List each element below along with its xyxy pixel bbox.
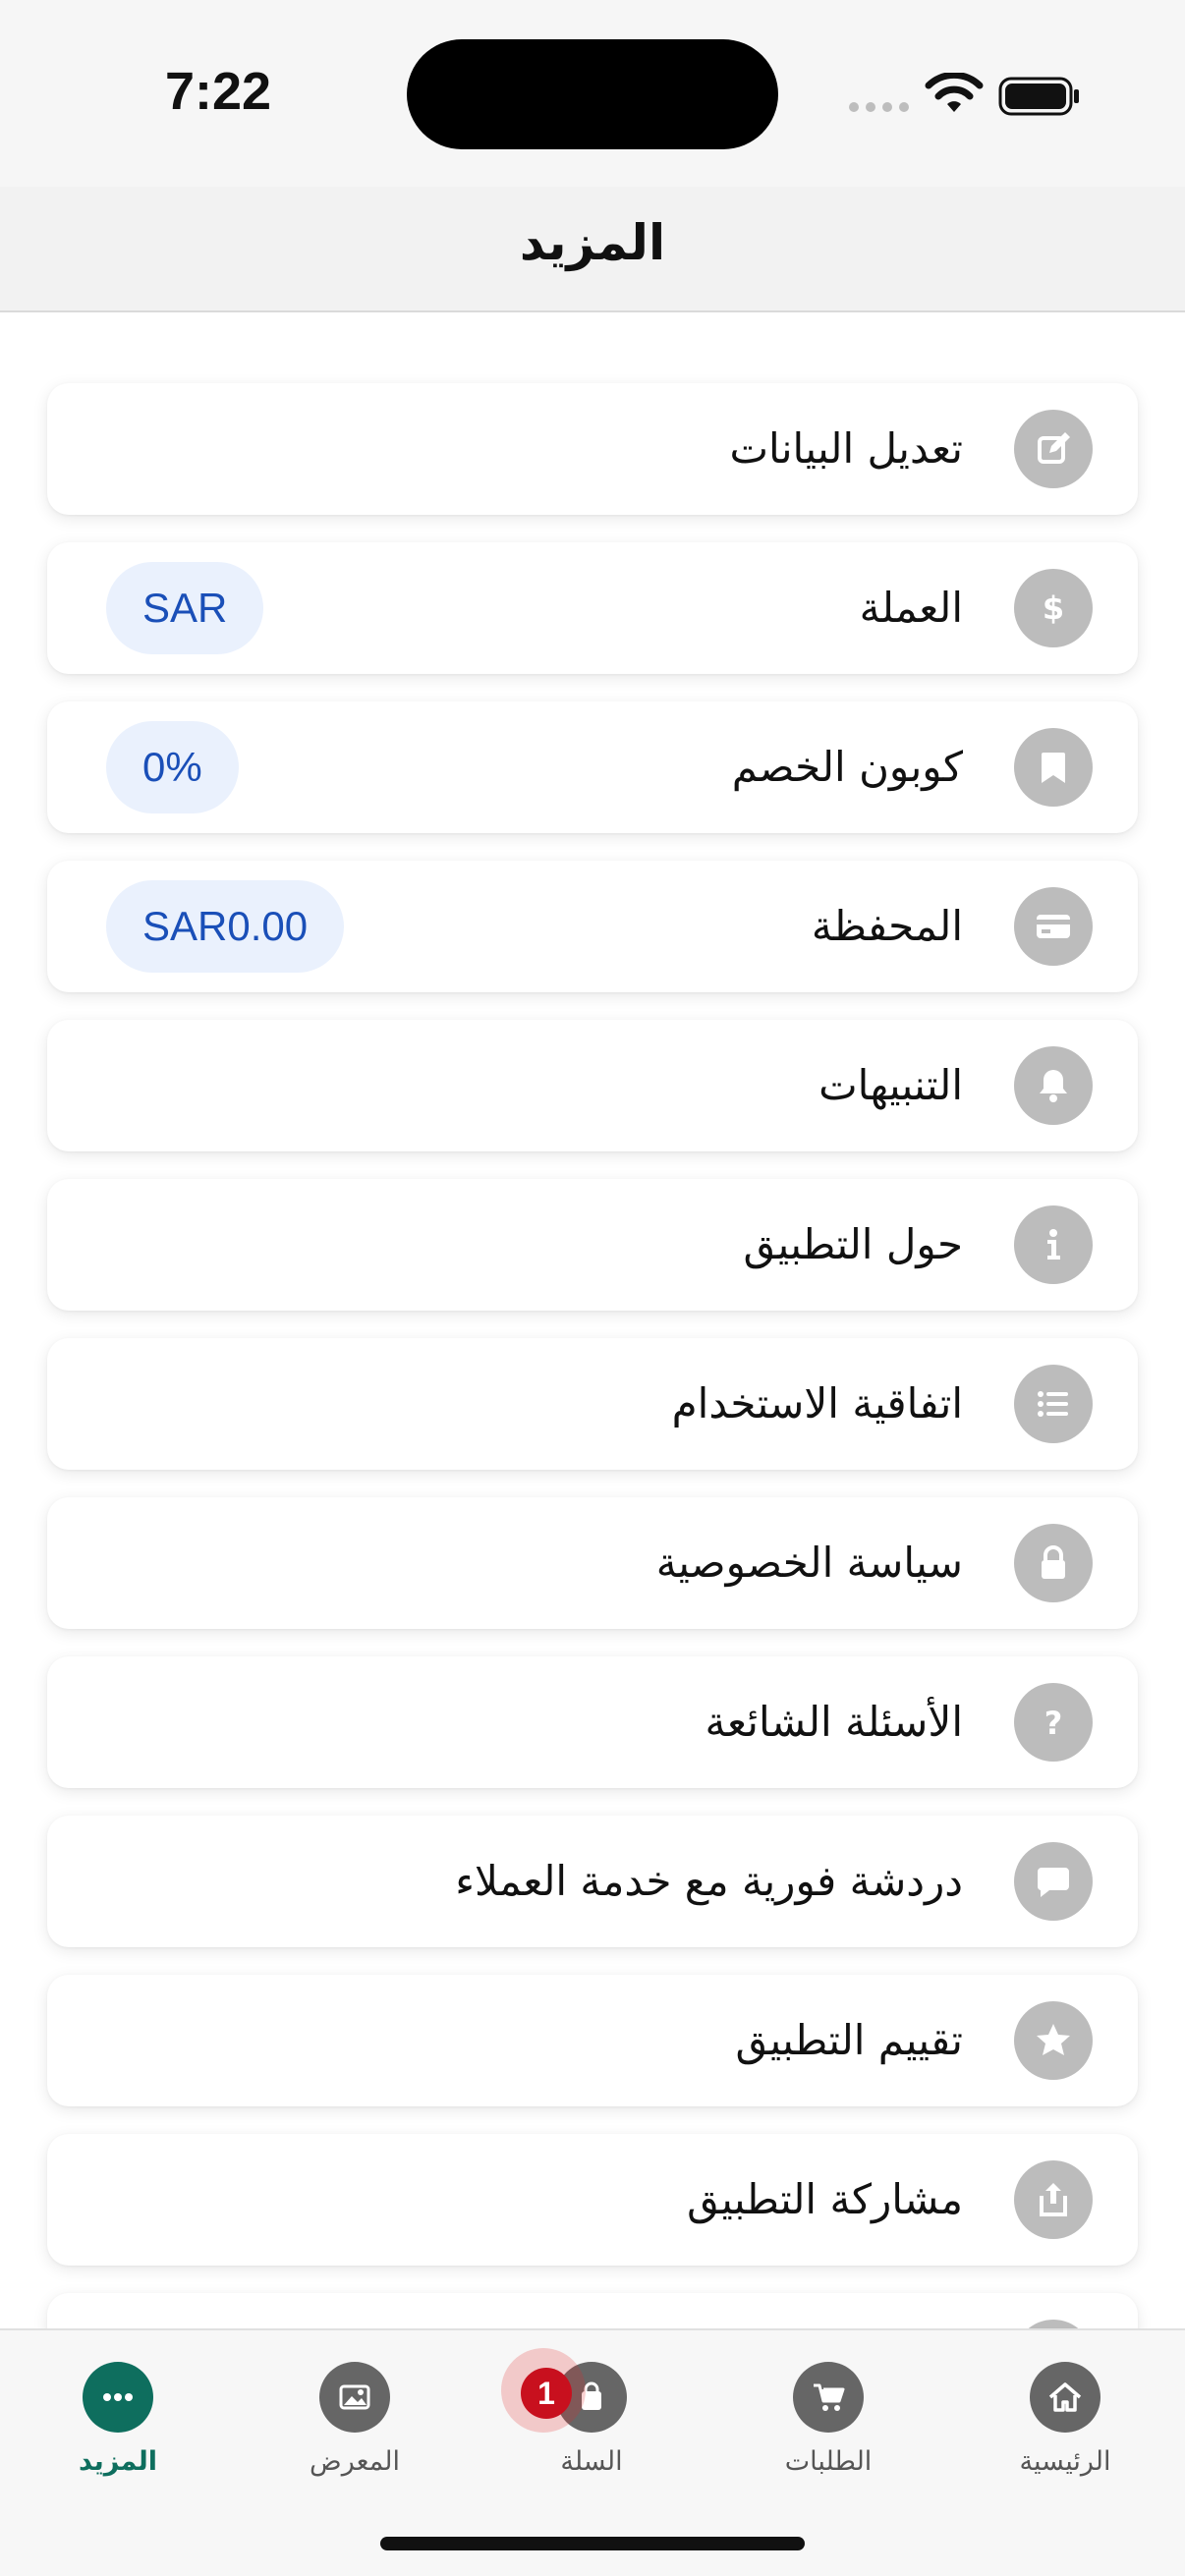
menu-item-edit-profile[interactable]: تعديل البيانات xyxy=(47,383,1138,515)
page-title: المزيد xyxy=(519,214,666,271)
home-indicator[interactable] xyxy=(380,2537,805,2550)
image-icon xyxy=(319,2362,390,2433)
menu-item-live-chat[interactable]: دردشة فورية مع خدمة العملاء xyxy=(47,1816,1138,1947)
bookmark-icon xyxy=(1014,728,1093,807)
wifi-icon xyxy=(925,73,984,112)
menu-item-currency[interactable]: $ العملة SAR xyxy=(47,542,1138,674)
menu-label: سياسة الخصوصية xyxy=(655,1539,963,1587)
menu-list: تعديل البيانات $ العملة SAR كوبون الخصم … xyxy=(47,383,1138,2328)
tab-label: السلة xyxy=(560,2446,623,2477)
menu-label: المحفظة xyxy=(811,902,963,950)
cart-count-badge: 1 xyxy=(521,2368,572,2419)
cart-icon xyxy=(793,2362,864,2433)
dollar-icon: $ xyxy=(1014,569,1093,647)
cellular-signal-icon xyxy=(849,102,909,112)
menu-item-rate-app[interactable]: تقييم التطبيق xyxy=(47,1975,1138,2106)
svg-text:?: ? xyxy=(1044,1705,1063,1742)
info-icon xyxy=(1014,1205,1093,1284)
share-icon xyxy=(1014,2160,1093,2239)
more-menu-content[interactable]: تعديل البيانات $ العملة SAR كوبون الخصم … xyxy=(0,312,1185,2328)
tab-gallery[interactable]: المعرض xyxy=(266,2348,443,2486)
battery-icon xyxy=(998,77,1079,116)
menu-item-about-app[interactable]: حول التطبيق xyxy=(47,1179,1138,1311)
menu-label: كوبون الخصم xyxy=(731,743,963,791)
status-bar: 7:22 المزيد xyxy=(0,0,1185,271)
currency-value-badge: SAR xyxy=(106,562,264,654)
menu-label: اتفاقية الاستخدام xyxy=(671,1379,963,1428)
more-dots-icon xyxy=(83,2362,153,2433)
menu-label: مشاركة التطبيق xyxy=(687,2175,963,2223)
menu-label: تعديل البيانات xyxy=(729,424,963,473)
menu-label: الأسئلة الشائعة xyxy=(705,1698,963,1746)
menu-label: حول التطبيق xyxy=(743,1220,964,1268)
svg-text:$: $ xyxy=(1043,589,1064,627)
menu-label: تقييم التطبيق xyxy=(735,2016,963,2064)
more-icon xyxy=(1014,2320,1093,2328)
menu-item-privacy[interactable]: سياسة الخصوصية xyxy=(47,1497,1138,1629)
home-icon xyxy=(1030,2362,1100,2433)
edit-icon xyxy=(1014,410,1093,488)
dynamic-island xyxy=(407,39,778,149)
list-icon xyxy=(1014,1365,1093,1443)
menu-item-discount-coupon[interactable]: كوبون الخصم 0% xyxy=(47,701,1138,833)
menu-label: دردشة فورية مع خدمة العملاء xyxy=(455,1857,963,1905)
question-icon: ? xyxy=(1014,1683,1093,1762)
chat-icon xyxy=(1014,1842,1093,1921)
star-icon xyxy=(1014,2001,1093,2080)
tab-label: المزيد xyxy=(78,2446,158,2477)
menu-label: العملة xyxy=(859,584,963,632)
bell-icon xyxy=(1014,1046,1093,1125)
tab-label: الطلبات xyxy=(784,2446,873,2477)
tab-label: المعرض xyxy=(310,2446,400,2477)
tab-label: الرئيسية xyxy=(1019,2446,1111,2477)
lock-icon xyxy=(1014,1524,1093,1602)
tab-more[interactable]: المزيد xyxy=(29,2348,206,2486)
tab-home[interactable]: الرئيسية xyxy=(977,2348,1154,2486)
menu-item-partial[interactable] xyxy=(47,2293,1138,2328)
menu-label: التنبيهات xyxy=(818,1061,963,1109)
menu-item-faq[interactable]: ? الأسئلة الشائعة xyxy=(47,1656,1138,1788)
menu-item-share-app[interactable]: مشاركة التطبيق xyxy=(47,2134,1138,2266)
menu-item-notifications[interactable]: التنبيهات xyxy=(47,1020,1138,1151)
menu-item-terms[interactable]: اتفاقية الاستخدام xyxy=(47,1338,1138,1470)
coupon-value-badge: 0% xyxy=(106,721,239,813)
menu-item-wallet[interactable]: المحفظة SAR0.00 xyxy=(47,861,1138,992)
tab-orders[interactable]: الطلبات xyxy=(740,2348,917,2486)
status-time: 7:22 xyxy=(165,62,272,121)
card-icon xyxy=(1014,887,1093,966)
wallet-balance-badge: SAR0.00 xyxy=(106,880,345,973)
